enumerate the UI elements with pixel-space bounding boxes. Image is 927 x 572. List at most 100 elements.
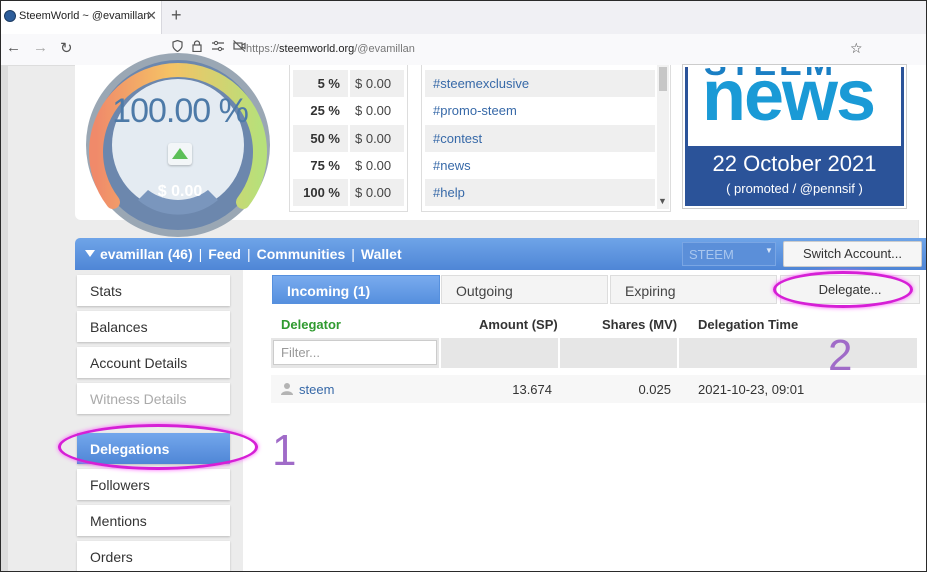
tag-item[interactable]: #help bbox=[425, 179, 655, 207]
news-logo-area: STEEM news bbox=[688, 67, 901, 146]
sidebar-item-balances[interactable]: Balances bbox=[77, 311, 230, 342]
vote-usd-value: $ 0.00 bbox=[355, 103, 392, 119]
bookmark-star-icon[interactable]: ☆ bbox=[850, 40, 863, 57]
sidebar-item-followers[interactable]: Followers bbox=[77, 469, 230, 500]
tag-label: #steemexclusive bbox=[433, 76, 530, 91]
nav-separator: | bbox=[351, 246, 355, 262]
tag-list-scrollbar[interactable]: ▼ bbox=[657, 65, 669, 209]
steem-news-banner[interactable]: STEEM news 22 October 2021 ( promoted / … bbox=[683, 65, 906, 208]
vote-percent: 50 % bbox=[310, 130, 340, 146]
tag-item[interactable]: #news bbox=[425, 152, 655, 179]
vote-value-row[interactable]: 75 % $ 0.00 bbox=[293, 151, 404, 179]
new-tab-icon[interactable]: + bbox=[171, 5, 182, 26]
tab-title: SteemWorld ~ @evamillan bbox=[19, 10, 150, 22]
sidebar-item-label: Mentions bbox=[90, 513, 147, 529]
browser-tab[interactable]: SteemWorld ~ @evamillan ✕ bbox=[0, 0, 162, 34]
filter-row: Filter... bbox=[271, 338, 917, 368]
forward-arrow-icon[interactable]: → bbox=[33, 39, 48, 56]
vote-usd-value: $ 0.00 bbox=[355, 185, 392, 201]
vote-value-row[interactable]: 5 % $ 0.00 bbox=[293, 70, 404, 97]
vote-value-money: $ 0.00 bbox=[157, 183, 203, 200]
sidebar-item-label: Stats bbox=[90, 283, 122, 299]
vote-percent: 75 % bbox=[310, 157, 340, 173]
shares-cell: 0.025 bbox=[638, 382, 671, 397]
column-divider bbox=[348, 97, 350, 125]
tag-label: #promo-steem bbox=[433, 103, 517, 119]
tag-label: #news bbox=[433, 157, 471, 173]
scroll-down-chevron-icon[interactable]: ▼ bbox=[658, 196, 667, 206]
nav-separator: | bbox=[198, 246, 203, 262]
vote-value-row[interactable]: 100 % $ 0.00 bbox=[293, 179, 404, 207]
vote-value-table: 5 % $ 0.00 25 % $ 0.00 50 % $ 0.00 75 % $ 0.00 1… bbox=[289, 65, 408, 212]
vote-usd-value: $ 0.00 bbox=[355, 130, 392, 146]
sidebar-item-orders[interactable]: Orders bbox=[77, 541, 230, 572]
column-header-delegator[interactable]: Delegator bbox=[281, 317, 341, 332]
sidebar-item-mentions[interactable]: Mentions bbox=[77, 505, 230, 536]
account-nav-links: evamillan (46) | Feed | Communities | Wallet bbox=[85, 246, 402, 262]
delegations-panel: Incoming (1) Outgoing Expiring Delegate.… bbox=[243, 270, 927, 572]
vote-value-row[interactable]: 50 % $ 0.00 bbox=[293, 124, 404, 152]
vote-usd-value: $ 0.00 bbox=[355, 76, 392, 91]
column-divider bbox=[558, 338, 560, 368]
back-arrow-icon[interactable]: ← bbox=[6, 39, 21, 56]
column-header-shares[interactable]: Shares (MV) bbox=[602, 317, 677, 332]
page-left-margin bbox=[0, 65, 8, 572]
tag-item[interactable]: #contest bbox=[425, 124, 655, 152]
steemworld-favicon-icon bbox=[4, 10, 16, 22]
vote-usd-value: $ 0.00 bbox=[355, 157, 392, 173]
close-tab-icon[interactable]: ✕ bbox=[146, 8, 157, 24]
tag-label: #contest bbox=[433, 130, 483, 146]
sidebar-item-account-details[interactable]: Account Details bbox=[77, 347, 230, 378]
tab-expiring[interactable]: Expiring bbox=[610, 275, 777, 304]
vote-percent: 5 % bbox=[317, 76, 340, 91]
reload-icon[interactable]: ↻ bbox=[60, 39, 73, 57]
user-icon bbox=[281, 383, 293, 395]
news-logo-word: news bbox=[702, 67, 876, 136]
coin-select-value: STEEM bbox=[689, 247, 734, 262]
delegator-link[interactable]: steem bbox=[299, 382, 334, 397]
sidebar-item-witness-details[interactable]: Witness Details bbox=[77, 383, 230, 414]
column-divider bbox=[348, 124, 350, 152]
sidebar-item-label: Orders bbox=[90, 549, 133, 565]
feed-link[interactable]: Feed bbox=[208, 246, 241, 262]
annotation-number-1: 1 bbox=[272, 426, 297, 475]
news-promoted-by: ( promoted / @pennsif ) bbox=[726, 181, 863, 196]
column-divider bbox=[348, 151, 350, 179]
tab-outgoing[interactable]: Outgoing bbox=[441, 275, 608, 304]
voting-power-value: 100.00 % bbox=[112, 92, 249, 130]
account-nav-bar: evamillan (46) | Feed | Communities | Wallet S… bbox=[75, 238, 927, 270]
tab-label: Outgoing bbox=[456, 283, 513, 299]
wallet-link[interactable]: Wallet bbox=[361, 246, 402, 262]
browser-tabstrip: SteemWorld ~ @evamillan ✕ + bbox=[0, 0, 927, 34]
coin-dropdown-caret-icon: ▼ bbox=[765, 246, 773, 255]
column-divider bbox=[348, 179, 350, 207]
column-divider bbox=[677, 338, 679, 368]
tag-item[interactable]: #steemexclusive bbox=[425, 70, 655, 97]
vote-up-arrow-icon[interactable] bbox=[168, 143, 192, 165]
column-divider bbox=[348, 70, 350, 97]
tag-list: ▼ #steemexclusive #promo-steem #contest #ne… bbox=[421, 65, 671, 212]
tab-incoming[interactable]: Incoming (1) bbox=[272, 275, 440, 304]
sidebar-item-label: Account Details bbox=[90, 355, 188, 371]
vote-value-row[interactable]: 25 % $ 0.00 bbox=[293, 97, 404, 125]
sidebar-item-label: Balances bbox=[90, 319, 148, 335]
switch-account-button[interactable]: Switch Account... bbox=[783, 241, 922, 267]
annotation-number-2: 2 bbox=[828, 331, 853, 380]
amount-cell: 13.674 bbox=[512, 382, 552, 397]
column-header-amount[interactable]: Amount (SP) bbox=[479, 317, 558, 332]
account-dropdown-caret-icon[interactable] bbox=[85, 250, 95, 257]
tag-list-scroll-thumb[interactable] bbox=[659, 67, 667, 91]
tag-item[interactable]: #promo-steem bbox=[425, 97, 655, 124]
communities-link[interactable]: Communities bbox=[257, 246, 346, 262]
url-path: /@evamillan bbox=[354, 43, 415, 55]
coin-select[interactable]: STEEM ▼ bbox=[682, 242, 776, 266]
vote-percent: 100 % bbox=[303, 185, 340, 201]
url-domain: steemworld.org bbox=[279, 43, 355, 55]
filter-input[interactable]: Filter... bbox=[273, 340, 437, 365]
sidebar-item-label: Witness Details bbox=[90, 391, 187, 407]
tag-label: #help bbox=[433, 185, 465, 201]
column-header-delegation-time[interactable]: Delegation Time bbox=[698, 317, 798, 332]
highlight-ring-delegate bbox=[773, 271, 913, 308]
account-name-link[interactable]: evamillan (46) bbox=[100, 246, 193, 262]
sidebar-item-stats[interactable]: Stats bbox=[77, 275, 230, 306]
